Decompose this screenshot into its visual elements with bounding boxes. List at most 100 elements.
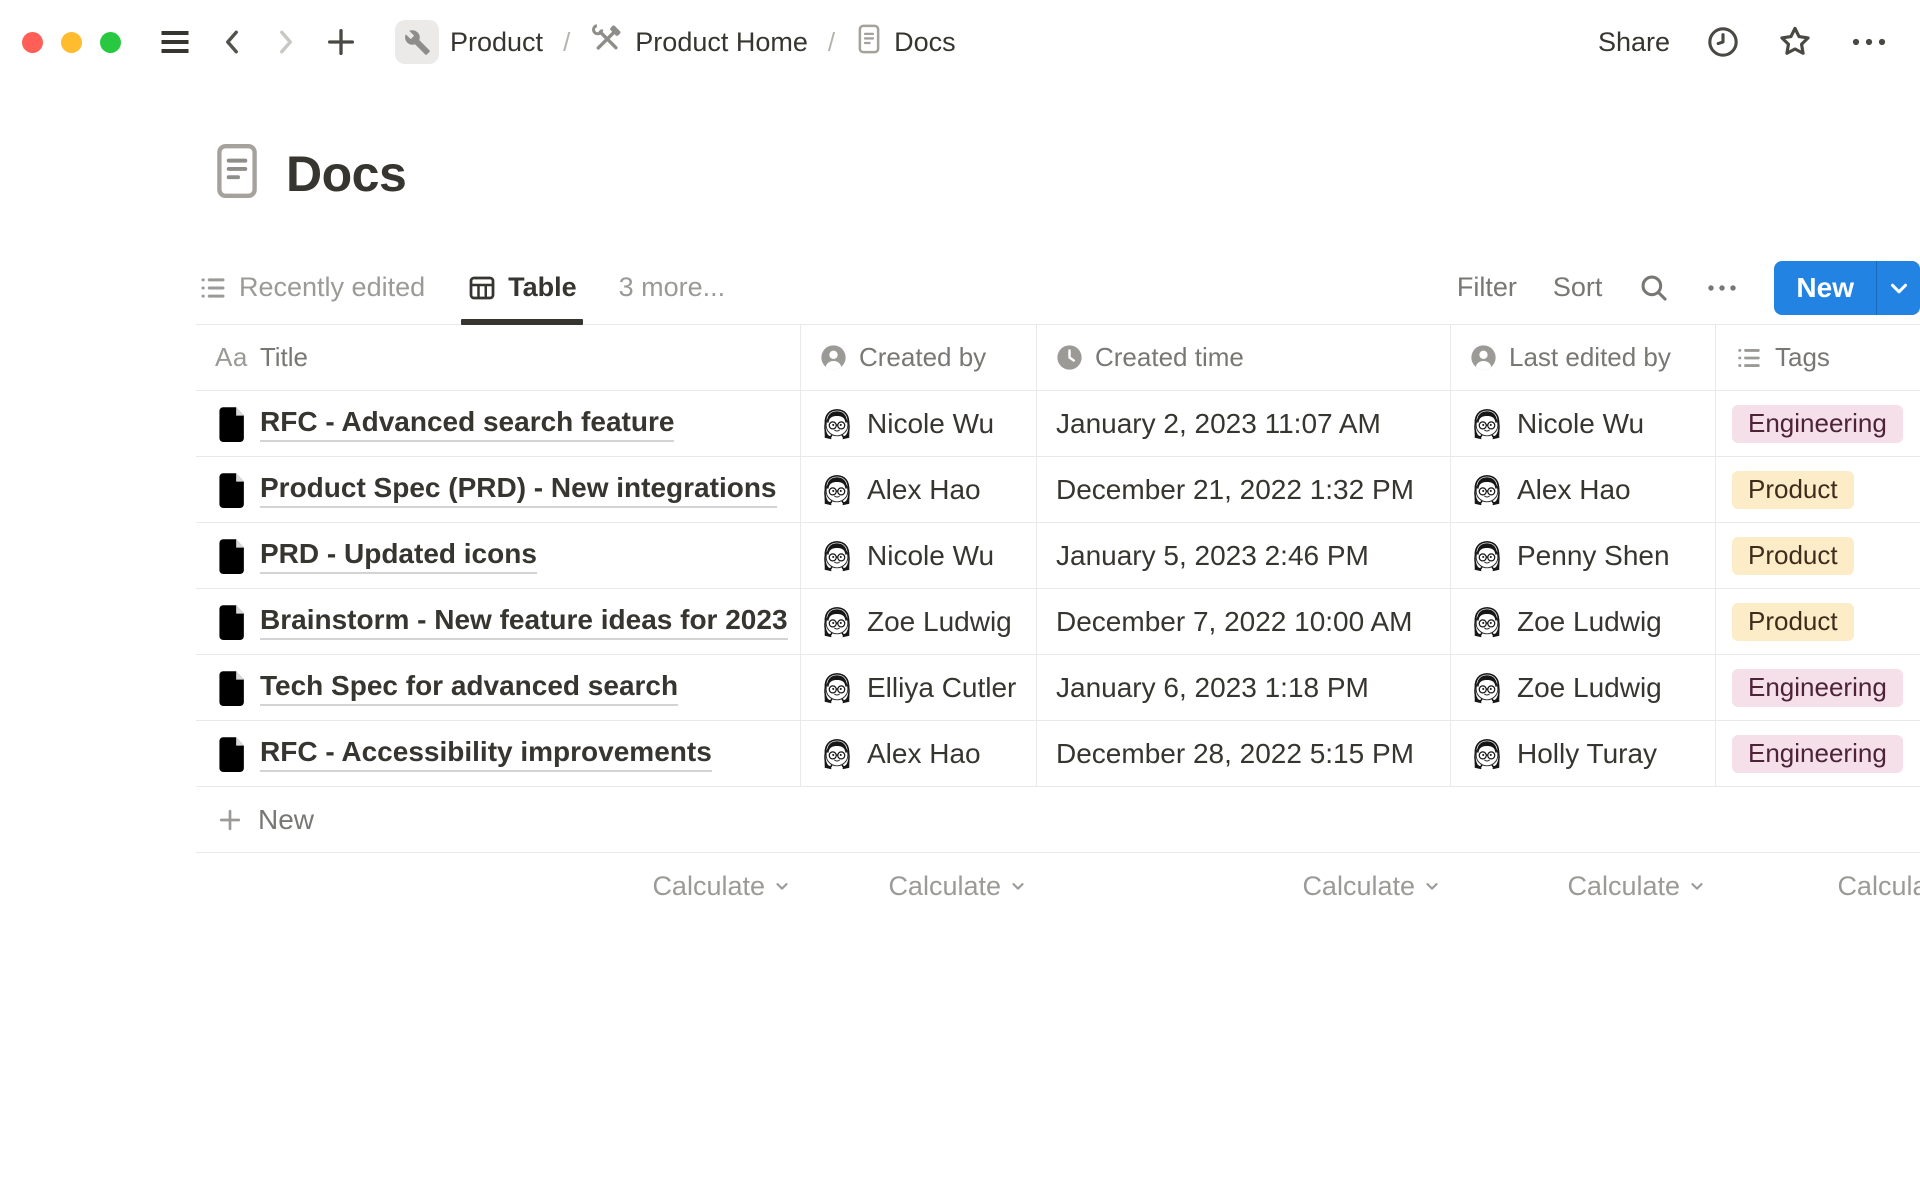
title-cell[interactable]: RFC - Accessibility improvements (196, 721, 801, 786)
tab-table[interactable]: Table (465, 251, 579, 324)
last-edited-by-cell[interactable]: Zoe Ludwig (1451, 589, 1716, 654)
favorite-star-icon[interactable] (1776, 23, 1814, 61)
tags-cell[interactable]: Product (1716, 589, 1920, 654)
doc-title-link[interactable]: Brainstorm - New feature ideas for 2023 (260, 604, 788, 640)
column-header-title[interactable]: Aa Title (196, 325, 801, 390)
tag-badge[interactable]: Engineering (1732, 405, 1903, 443)
view-controls: Filter Sort New (1457, 261, 1920, 315)
clock-icon (1056, 344, 1083, 371)
calculate-created-time[interactable]: Calculate (1037, 853, 1451, 919)
search-icon[interactable] (1638, 272, 1670, 304)
tag-badge[interactable]: Product (1732, 603, 1854, 641)
wrench-icon (395, 20, 439, 64)
breadcrumb-item-product[interactable]: Product (389, 16, 549, 68)
updates-clock-icon[interactable] (1706, 25, 1740, 59)
doc-page-icon (215, 604, 247, 640)
title-cell[interactable]: Brainstorm - New feature ideas for 2023 (196, 589, 801, 654)
created-time-cell[interactable]: January 2, 2023 11:07 AM (1037, 391, 1451, 456)
new-row-button[interactable]: New (196, 787, 1920, 853)
last-edited-by-cell[interactable]: Zoe Ludwig (1451, 655, 1716, 720)
tag-badge[interactable]: Engineering (1732, 669, 1903, 707)
doc-title-link[interactable]: PRD - Updated icons (260, 538, 537, 574)
created-time-cell[interactable]: December 7, 2022 10:00 AM (1037, 589, 1451, 654)
person-icon (820, 344, 847, 371)
created-by-cell[interactable]: Nicole Wu (801, 391, 1037, 456)
column-header-tags[interactable]: Tags (1716, 325, 1920, 390)
sort-button[interactable]: Sort (1553, 272, 1603, 303)
more-options-icon[interactable] (1850, 34, 1888, 50)
avatar (820, 671, 854, 705)
filter-button[interactable]: Filter (1457, 272, 1517, 303)
tags-cell[interactable]: Engineering (1716, 391, 1920, 456)
created-time-cell[interactable]: January 5, 2023 2:46 PM (1037, 523, 1451, 588)
column-header-last-edited-by[interactable]: Last edited by (1451, 325, 1716, 390)
calculate-created-by[interactable]: Calculate (801, 853, 1037, 919)
doc-title-link[interactable]: Product Spec (PRD) - New integrations (260, 472, 777, 508)
avatar (820, 539, 854, 573)
doc-title-link[interactable]: Tech Spec for advanced search (260, 670, 678, 706)
last-edited-by-cell[interactable]: Penny Shen (1451, 523, 1716, 588)
share-button[interactable]: Share (1598, 27, 1670, 58)
forward-icon[interactable] (271, 25, 301, 59)
last-edited-by-cell[interactable]: Holly Turay (1451, 721, 1716, 786)
tag-badge[interactable]: Product (1732, 471, 1854, 509)
document-icon (855, 23, 883, 62)
created-by-cell[interactable]: Alex Hao (801, 457, 1037, 522)
new-page-icon[interactable] (325, 26, 357, 58)
tags-cell[interactable]: Product (1716, 457, 1920, 522)
breadcrumb-item-docs[interactable]: Docs (849, 19, 962, 66)
breadcrumb-label: Product Home (635, 27, 808, 58)
column-header-created-time[interactable]: Created time (1037, 325, 1451, 390)
plus-icon (216, 806, 244, 834)
chevron-down-icon (1688, 877, 1706, 895)
created-time-cell[interactable]: January 6, 2023 1:18 PM (1037, 655, 1451, 720)
created-time-cell[interactable]: December 28, 2022 5:15 PM (1037, 721, 1451, 786)
table-row: Tech Spec for advanced search Elliya Cut… (196, 655, 1920, 721)
tag-badge[interactable]: Engineering (1732, 735, 1903, 773)
new-button[interactable]: New (1774, 261, 1876, 315)
page-document-icon[interactable] (212, 142, 262, 205)
doc-title-link[interactable]: RFC - Advanced search feature (260, 406, 674, 442)
last-edited-by-cell[interactable]: Nicole Wu (1451, 391, 1716, 456)
created-by-cell[interactable]: Nicole Wu (801, 523, 1037, 588)
zoom-window-button[interactable] (100, 32, 121, 53)
breadcrumb-separator: / (828, 27, 835, 58)
tag-badge[interactable]: Product (1732, 537, 1854, 575)
close-window-button[interactable] (22, 32, 43, 53)
breadcrumb-item-product-home[interactable]: Product Home (584, 18, 814, 67)
title-cell[interactable]: RFC - Advanced search feature (196, 391, 801, 456)
window-controls (22, 32, 121, 53)
calculate-title[interactable]: Calculate (196, 853, 801, 919)
created-time-cell[interactable]: December 21, 2022 1:32 PM (1037, 457, 1451, 522)
back-icon[interactable] (217, 25, 247, 59)
calculate-tags[interactable]: Calculate (1716, 853, 1920, 919)
tab-more-views[interactable]: 3 more... (617, 251, 728, 324)
title-cell[interactable]: PRD - Updated icons (196, 523, 801, 588)
doc-page-icon (215, 670, 247, 706)
new-button-dropdown[interactable] (1876, 261, 1920, 315)
chevron-down-icon (773, 877, 791, 895)
view-options-icon[interactable] (1706, 281, 1738, 295)
breadcrumb-separator: / (563, 27, 570, 58)
column-header-created-by[interactable]: Created by (801, 325, 1037, 390)
doc-title-link[interactable]: RFC - Accessibility improvements (260, 736, 712, 772)
tags-cell[interactable]: Product (1716, 523, 1920, 588)
last-edited-by-cell[interactable]: Alex Hao (1451, 457, 1716, 522)
page-title[interactable]: Docs (286, 145, 406, 203)
sidebar-menu-icon[interactable] (157, 27, 193, 57)
table-row: Product Spec (PRD) - New integrations Al… (196, 457, 1920, 523)
avatar (820, 605, 854, 639)
title-cell[interactable]: Tech Spec for advanced search (196, 655, 801, 720)
tags-cell[interactable]: Engineering (1716, 655, 1920, 720)
avatar (1470, 737, 1504, 771)
minimize-window-button[interactable] (61, 32, 82, 53)
table-header-row: Aa Title Created by Created time Last ed… (196, 325, 1920, 391)
created-by-cell[interactable]: Zoe Ludwig (801, 589, 1037, 654)
tags-cell[interactable]: Engineering (1716, 721, 1920, 786)
calculate-last-edited-by[interactable]: Calculate (1451, 853, 1716, 919)
avatar (1470, 473, 1504, 507)
created-by-cell[interactable]: Alex Hao (801, 721, 1037, 786)
created-by-cell[interactable]: Elliya Cutler (801, 655, 1037, 720)
tab-recently-edited[interactable]: Recently edited (196, 251, 427, 324)
title-cell[interactable]: Product Spec (PRD) - New integrations (196, 457, 801, 522)
